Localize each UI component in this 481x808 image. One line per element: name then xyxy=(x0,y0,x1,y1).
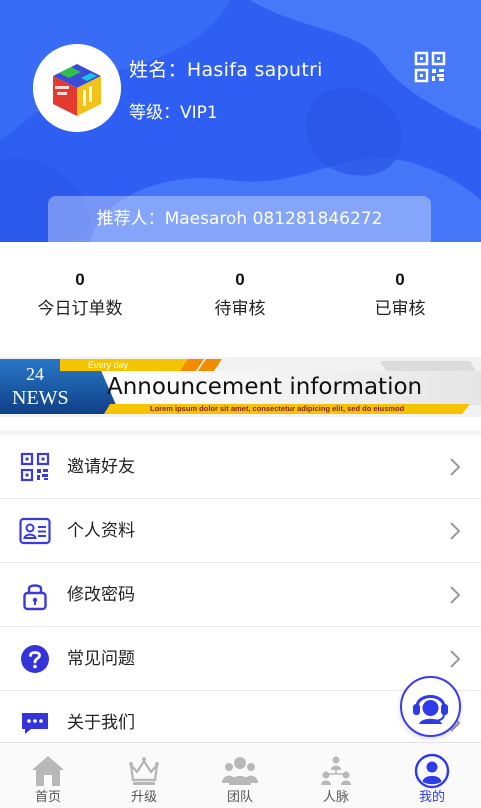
tab-network[interactable]: 人脉 xyxy=(288,743,384,808)
chevron-right-icon xyxy=(450,458,461,476)
tab-label: 团队 xyxy=(226,790,253,805)
stat-label: 待审核 xyxy=(214,299,266,319)
tab-home[interactable]: 首页 xyxy=(0,743,96,808)
network-icon xyxy=(321,756,351,785)
question-icon xyxy=(21,645,49,673)
id-card-icon xyxy=(19,517,51,545)
profile-header: 姓名：Hasifa saputri 等级：VIP1 推荐人：Maesaroh 0… xyxy=(0,0,481,242)
user-icon xyxy=(414,753,450,789)
tab-label: 首页 xyxy=(34,790,61,805)
news-tag: Every day xyxy=(88,360,129,370)
stat-label: 已审核 xyxy=(374,299,426,319)
bottom-tab-bar: 首页 升级 团队 人脉 我的 xyxy=(0,742,481,808)
referrer-info: 推荐人：Maesaroh 081281846272 xyxy=(48,196,431,242)
stat-today-orders[interactable]: 0 今日订单数 xyxy=(0,270,160,320)
news-badge-text: NEWS xyxy=(12,387,69,409)
menu-item-label: 个人资料 xyxy=(67,521,135,541)
avatar[interactable] xyxy=(33,44,121,132)
order-stats: 0 今日订单数 0 待审核 0 已审核 xyxy=(0,270,481,330)
menu-item-label: 常见问题 xyxy=(67,649,135,669)
tab-upgrade[interactable]: 升级 xyxy=(96,743,192,808)
lock-icon xyxy=(23,584,47,611)
chevron-right-icon xyxy=(450,650,461,668)
home-icon xyxy=(32,756,64,786)
avatar-logo-icon xyxy=(33,44,121,132)
stat-label: 今日订单数 xyxy=(37,299,123,319)
chevron-right-icon xyxy=(450,522,461,540)
headset-agent-icon xyxy=(408,684,453,729)
announcement-ticker: Lorem ipsum dolor sit amet, consectetur … xyxy=(150,404,405,413)
menu-item-profile[interactable]: 个人资料 xyxy=(0,499,481,563)
tab-mine[interactable]: 我的 xyxy=(384,743,480,808)
stat-value: 0 xyxy=(235,270,245,289)
menu-item-label: 修改密码 xyxy=(67,585,135,605)
menu-item-label: 邀请好友 xyxy=(67,457,135,477)
customer-service-button[interactable] xyxy=(400,676,461,737)
tab-label: 升级 xyxy=(130,790,157,805)
stat-reviewed[interactable]: 0 已审核 xyxy=(320,270,480,320)
menu-item-change-password[interactable]: 修改密码 xyxy=(0,563,481,627)
tab-team[interactable]: 团队 xyxy=(192,743,288,808)
user-name: 姓名：Hasifa saputri xyxy=(129,59,323,81)
menu-item-invite-friends[interactable]: 邀请好友 xyxy=(0,435,481,499)
stat-pending[interactable]: 0 待审核 xyxy=(160,270,320,320)
menu-item-label: 关于我们 xyxy=(67,713,135,733)
qr-code-icon xyxy=(20,452,50,482)
chat-icon xyxy=(22,713,48,734)
announcement-title: Announcement information xyxy=(107,374,423,400)
chevron-right-icon xyxy=(450,586,461,604)
tab-label: 我的 xyxy=(418,790,445,805)
stat-value: 0 xyxy=(75,270,85,289)
news-badge-number: 24 xyxy=(26,364,44,384)
team-icon xyxy=(222,757,258,785)
announcement-banner[interactable]: 24 NEWS Every day Announcement informati… xyxy=(0,357,481,417)
stat-value: 0 xyxy=(395,270,405,289)
qr-code-icon xyxy=(414,51,446,83)
tab-label: 人脉 xyxy=(322,790,349,805)
user-level: 等级：VIP1 xyxy=(129,103,218,123)
crown-icon xyxy=(129,757,159,785)
qr-code-button[interactable] xyxy=(414,51,446,83)
